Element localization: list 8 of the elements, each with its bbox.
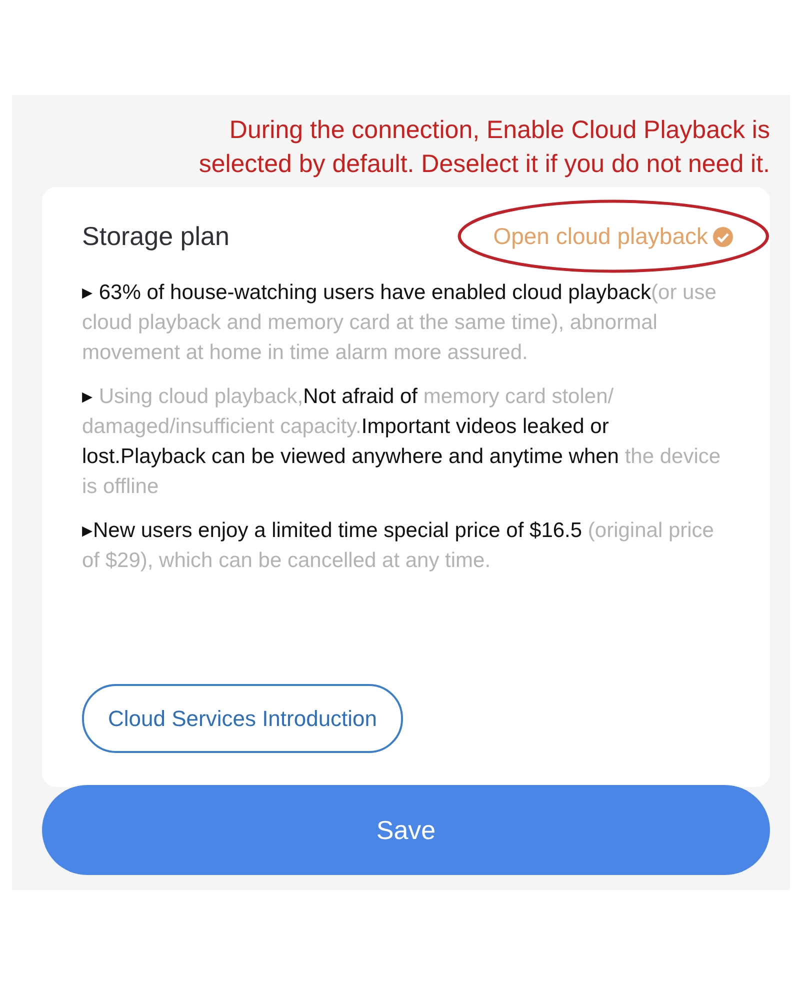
annotation-note: During the connection, Enable Cloud Playback is selected by default. Deselect it if you do not need it.	[198, 115, 770, 180]
bullet-text: ▸ 63% of house-watching users have enabled cloud playback(or use cloud playback and memory card at the same time), abnormal movement at home in time alarm more assured.	[82, 280, 718, 366]
cloud-playback-toggle[interactable]: Open cloud playback	[493, 219, 734, 254]
bullet-text: ▸New users enjoy a limited time special price of $16.5 (original price of $29), which can be cancelled at any time.	[82, 518, 715, 574]
save-button[interactable]: Save	[42, 785, 770, 875]
bullet-text: ▸ Using cloud playback,Not afraid of memory card stolen/ damaged/insufficient capacity.Important videos leaked or lost.Playback can be viewed anywhere and anytime when the device is offline	[82, 384, 722, 500]
card-title: Storage plan	[82, 220, 230, 253]
cloud-services-introduction-button[interactable]: Cloud Services Introduction	[82, 684, 404, 753]
